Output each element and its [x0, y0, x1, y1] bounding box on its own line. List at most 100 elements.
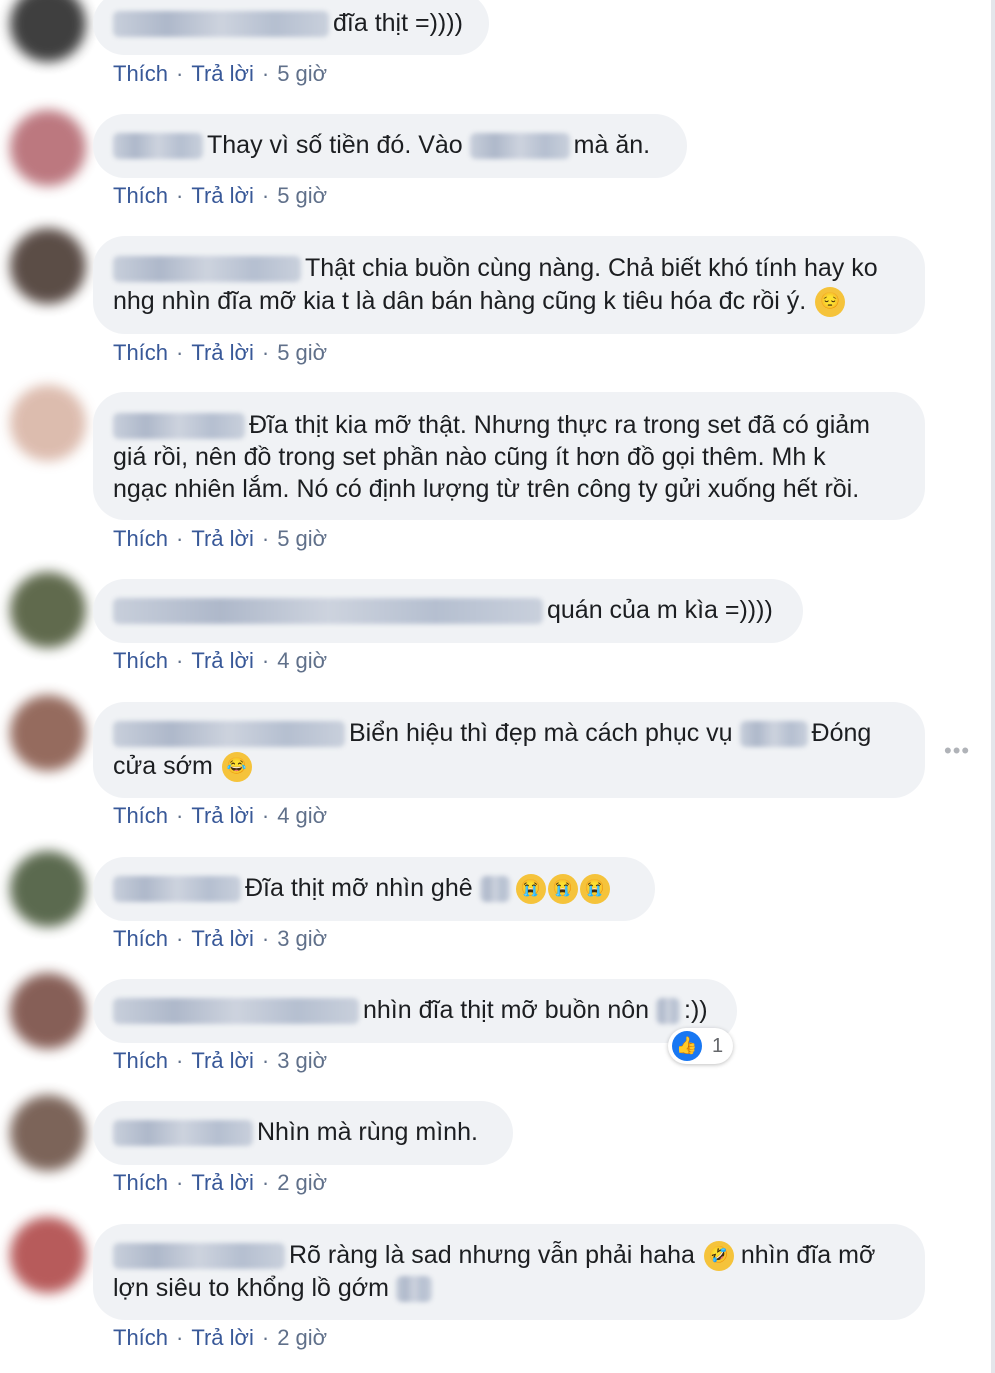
comment-text: Đĩa thịt mỡ nhìn ghê: [245, 874, 473, 902]
blurred-word: [469, 133, 570, 160]
comment-time[interactable]: 4 giờ: [277, 648, 327, 674]
comment-actions: Thích · Trả lời · 2 giờ: [113, 1325, 328, 1351]
comment-time[interactable]: 5 giờ: [277, 183, 327, 209]
comment-actions: Thích · Trả lời · 5 giờ: [113, 183, 328, 209]
blurred-name[interactable]: [113, 256, 301, 283]
avatar[interactable]: [10, 0, 86, 62]
laughing-tears-face-icon: 😂: [221, 752, 252, 783]
crying-face-icon: 😭: [515, 874, 546, 905]
reply-link[interactable]: Trả lời: [191, 648, 254, 674]
reply-link[interactable]: Trả lời: [191, 926, 254, 952]
avatar[interactable]: [10, 973, 86, 1049]
like-link[interactable]: Thích: [113, 648, 168, 674]
comment-text: đĩa thịt =)))): [333, 9, 463, 37]
comment-bubble: Rõ ràng là sad nhưng vẫn phải haha 🤣 nhì…: [93, 1224, 925, 1320]
reaction-count: 1: [712, 1034, 724, 1057]
comment-bubble: Biển hiệu thì đẹp mà cách phục vụ Đóng c…: [93, 702, 925, 798]
comment-text: nhìn đĩa thịt mỡ buồn nôn: [363, 996, 650, 1024]
comment-text: :)): [684, 996, 708, 1024]
blurred-name[interactable]: [113, 998, 359, 1025]
like-thumb-icon: 👍: [672, 1031, 702, 1061]
comment-time[interactable]: 3 giờ: [277, 926, 327, 952]
like-link[interactable]: Thích: [113, 526, 168, 552]
avatar[interactable]: [10, 110, 86, 186]
comment-bubble: đĩa thịt =)))): [93, 0, 489, 55]
like-link[interactable]: Thích: [113, 183, 168, 209]
comment-bubble: Nhìn mà rùng mình.: [93, 1101, 513, 1165]
avatar[interactable]: [10, 695, 86, 771]
comment-time[interactable]: 5 giờ: [277, 526, 327, 552]
reply-link[interactable]: Trả lời: [191, 183, 254, 209]
comment-time[interactable]: 5 giờ: [277, 340, 327, 366]
comment-text-line2: lợn siêu to khổng lồ gớm: [113, 1274, 389, 1302]
comment-text-line2: nhg nhìn đĩa mỡ kia t là dân bán hàng cũ…: [113, 287, 807, 315]
rofl-face-icon: 🤣: [703, 1241, 734, 1272]
blurred-name[interactable]: [113, 1120, 253, 1147]
comment-actions: Thích · Trả lời · 3 giờ: [113, 926, 328, 952]
crying-face-icon: 😭: [579, 874, 610, 905]
comment-text: mà ăn.: [573, 131, 651, 159]
comment-time[interactable]: 2 giờ: [277, 1325, 327, 1351]
comment-bubble: Thay vì số tiền đó. Vào mà ăn.: [93, 114, 687, 178]
blurred-word: [739, 721, 808, 748]
like-link[interactable]: Thích: [113, 1325, 168, 1351]
like-link[interactable]: Thích: [113, 340, 168, 366]
blurred-word: [656, 998, 680, 1025]
like-link[interactable]: Thích: [113, 1170, 168, 1196]
comment-actions: Thích · Trả lời · 3 giờ: [113, 1048, 328, 1074]
comment-text: Đóng: [811, 719, 872, 747]
comment-text-line1: Thật chia buồn cùng nàng. Chả biết khó t…: [305, 254, 878, 282]
comment-actions: Thích · Trả lời · 5 giờ: [113, 526, 328, 552]
avatar[interactable]: [10, 1095, 86, 1171]
reply-link[interactable]: Trả lời: [191, 1325, 254, 1351]
comment-text-line1: Đĩa thịt kia mỡ thật. Nhưng thực ra tron…: [249, 411, 870, 439]
reply-link[interactable]: Trả lời: [191, 1048, 254, 1074]
blurred-name[interactable]: [113, 133, 203, 160]
pensive-face-icon: 😔: [815, 287, 846, 318]
comment-time[interactable]: 4 giờ: [277, 803, 327, 829]
comment-actions: Thích · Trả lời · 5 giờ: [113, 61, 328, 87]
avatar[interactable]: [10, 1217, 86, 1293]
comment-text: Nhìn mà rùng mình.: [257, 1118, 478, 1146]
comment-text: Thay vì số tiền đó. Vào: [207, 131, 463, 159]
comment-text: quán của m kìa =)))): [547, 596, 773, 624]
comment-text-line3: ngạc nhiên lắm. Nó có định lượng từ trên…: [113, 475, 860, 503]
avatar[interactable]: [10, 385, 86, 461]
avatar[interactable]: [10, 228, 86, 304]
more-horizontal-icon[interactable]: •••: [944, 738, 970, 764]
avatar[interactable]: [10, 572, 86, 648]
reply-link[interactable]: Trả lời: [191, 803, 254, 829]
blurred-name[interactable]: [113, 413, 245, 440]
like-link[interactable]: Thích: [113, 803, 168, 829]
blurred-name[interactable]: [113, 11, 329, 38]
comment-text-line2: giá rồi, nên đồ trong set phần nào cũng …: [113, 443, 826, 471]
reply-link[interactable]: Trả lời: [191, 1170, 254, 1196]
comment-bubble: nhìn đĩa thịt mỡ buồn nôn :)): [93, 979, 737, 1043]
scrollbar[interactable]: [991, 0, 995, 1373]
comment-bubble: Đĩa thịt kia mỡ thật. Nhưng thực ra tron…: [93, 392, 925, 520]
reply-link[interactable]: Trả lời: [191, 340, 254, 366]
reaction-badge[interactable]: 👍 1: [668, 1028, 734, 1064]
comment-time[interactable]: 2 giờ: [277, 1170, 327, 1196]
comment-text-line1b: nhìn đĩa mỡ: [740, 1241, 876, 1269]
comment-text-line1: Rõ ràng là sad nhưng vẫn phải haha: [289, 1241, 695, 1269]
comment-bubble: quán của m kìa =)))): [93, 579, 803, 643]
blurred-name[interactable]: [113, 1243, 285, 1270]
crying-face-icon: 😭: [547, 874, 578, 905]
blurred-name[interactable]: [113, 876, 241, 903]
like-link[interactable]: Thích: [113, 926, 168, 952]
reply-link[interactable]: Trả lời: [191, 61, 254, 87]
blurred-word: [479, 876, 510, 903]
like-link[interactable]: Thích: [113, 1048, 168, 1074]
comment-actions: Thích · Trả lời · 4 giờ: [113, 648, 328, 674]
comment-actions: Thích · Trả lời · 4 giờ: [113, 803, 328, 829]
blurred-name[interactable]: [113, 721, 345, 748]
reply-link[interactable]: Trả lời: [191, 526, 254, 552]
like-link[interactable]: Thích: [113, 61, 168, 87]
avatar[interactable]: [10, 851, 86, 927]
blurred-name[interactable]: [113, 598, 543, 625]
comment-bubble: Đĩa thịt mỡ nhìn ghê 😭 😭 😭: [93, 857, 655, 921]
blurred-word: [395, 1276, 432, 1303]
comment-time[interactable]: 5 giờ: [277, 61, 327, 87]
comment-time[interactable]: 3 giờ: [277, 1048, 327, 1074]
